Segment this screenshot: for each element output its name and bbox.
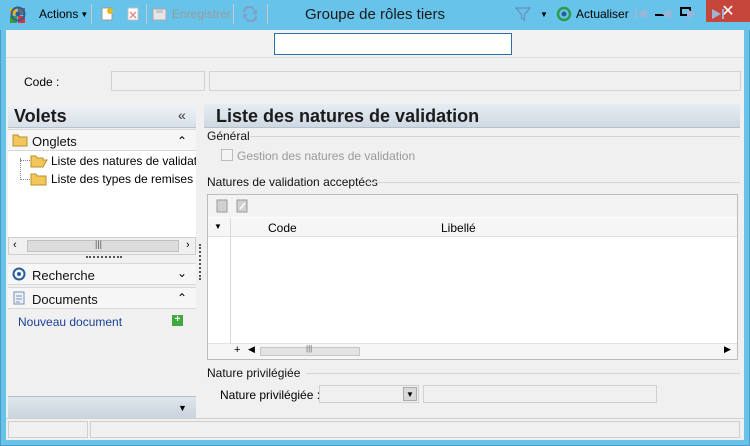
refresh-button[interactable]: Actualiser xyxy=(556,4,629,24)
grip-icon: ||| xyxy=(95,239,103,249)
add-row-icon[interactable]: + xyxy=(234,344,240,356)
new-button[interactable] xyxy=(100,4,114,24)
status-cell xyxy=(90,421,740,438)
code-description-field[interactable] xyxy=(209,71,741,91)
refresh-icon xyxy=(556,6,572,22)
column-header-code[interactable]: Code xyxy=(268,221,297,235)
tree-item-remises[interactable]: Liste des types de remises xyxy=(30,170,196,188)
group-divider xyxy=(306,373,740,374)
toolbar-separator xyxy=(233,4,234,24)
double-chevron-up-icon[interactable]: ⌃ xyxy=(177,291,187,305)
code-field[interactable] xyxy=(111,71,205,91)
delete-button[interactable] xyxy=(126,4,140,24)
toolbar-separator xyxy=(91,4,92,24)
document-icon xyxy=(13,291,25,305)
save-icon xyxy=(152,8,167,21)
grid-toolbar xyxy=(208,195,737,217)
tree-line xyxy=(20,158,21,180)
grid-new-row-icon[interactable] xyxy=(215,199,229,213)
scroll-left-icon[interactable]: ◀ xyxy=(248,344,255,355)
sync-arrows-icon xyxy=(242,6,258,22)
recherche-label: Recherche xyxy=(32,268,95,283)
open-folder-icon xyxy=(30,155,48,168)
volets-title: Volets xyxy=(14,106,67,126)
sync-button[interactable] xyxy=(241,4,259,24)
previous-record-button[interactable] xyxy=(659,4,673,24)
double-chevron-down-icon[interactable]: ⌄ xyxy=(177,266,187,280)
next-icon xyxy=(687,9,696,19)
folder-icon xyxy=(12,134,28,147)
filter-funnel-icon xyxy=(515,7,531,22)
collapse-panel-icon[interactable]: « xyxy=(178,107,186,123)
add-green-icon[interactable]: + xyxy=(172,315,183,326)
toolbar-separator xyxy=(267,4,268,24)
row-indicator-icon[interactable]: ▼ xyxy=(214,222,222,231)
tree-line xyxy=(20,179,30,180)
grip-icon: ||| xyxy=(306,344,313,353)
accepted-group-title: Natures de validation acceptées xyxy=(207,175,378,189)
search-input[interactable] xyxy=(274,33,512,55)
double-chevron-up-icon[interactable]: ⌃ xyxy=(177,134,187,148)
splitter-grip[interactable] xyxy=(86,256,122,258)
grid-edit-row-icon[interactable] xyxy=(235,199,249,213)
previous-icon xyxy=(662,9,671,19)
folder-icon xyxy=(30,173,47,186)
search-target-icon xyxy=(12,267,26,281)
privileged-nature-select[interactable]: ▼ xyxy=(319,385,419,403)
scroll-right-icon[interactable]: ▶ xyxy=(724,344,731,355)
toolbar-separator xyxy=(146,4,147,24)
column-divider xyxy=(230,218,231,358)
tree-item-label: Liste des types de remises xyxy=(51,172,194,186)
code-label: Code : xyxy=(24,75,60,89)
scroll-right-icon[interactable]: › xyxy=(186,239,190,251)
target-circle-icon xyxy=(10,6,26,22)
privileged-group-title: Nature privilégiée xyxy=(207,366,301,380)
column-header-libelle[interactable]: Libellé xyxy=(441,221,476,235)
tree-line xyxy=(20,160,30,161)
double-chevron-down-icon[interactable]: ▼ xyxy=(403,387,417,401)
status-cell xyxy=(8,421,88,438)
first-record-button[interactable] xyxy=(633,4,649,24)
new-document-icon xyxy=(101,7,113,21)
new-document-link[interactable]: Nouveau document xyxy=(18,315,122,329)
page-title: Liste des natures de validation xyxy=(216,106,480,126)
left-panel-footer: ▼ xyxy=(8,396,196,420)
privileged-nature-label: Nature privilégiée : xyxy=(220,388,321,402)
tree-item-natures[interactable]: Liste des natures de validation xyxy=(30,152,196,170)
general-group-title: Général xyxy=(207,129,250,143)
filter-dropdown-button[interactable]: ▼ xyxy=(540,4,548,24)
delete-icon xyxy=(127,7,139,21)
dropdown-arrow-icon[interactable]: ▼ xyxy=(178,403,187,413)
first-icon xyxy=(635,9,647,19)
manage-natures-label: Gestion des natures de validation xyxy=(237,149,416,163)
dropdown-arrow-icon: ▼ xyxy=(80,9,89,19)
save-button[interactable]: Enregistrer xyxy=(152,4,231,24)
dropdown-arrow-icon: ▼ xyxy=(540,9,548,19)
actions-menu-button[interactable]: Actions ▼ xyxy=(39,4,88,24)
scroll-left-icon[interactable]: ‹ xyxy=(13,239,17,251)
privileged-nature-description xyxy=(423,385,657,403)
tree-item-label: Liste des natures de validation xyxy=(51,154,196,168)
next-record-button[interactable] xyxy=(685,4,699,24)
last-icon xyxy=(712,9,724,19)
actions-label: Actions xyxy=(39,7,79,21)
documents-label: Documents xyxy=(32,292,98,307)
scrollbar-thumb[interactable] xyxy=(27,240,179,252)
onglets-label: Onglets xyxy=(32,134,77,149)
filter-button[interactable] xyxy=(515,4,531,24)
save-label: Enregistrer xyxy=(172,7,231,21)
refresh-label: Actualiser xyxy=(576,7,629,21)
tree-horizontal-scrollbar[interactable]: ‹ ||| › xyxy=(8,237,196,255)
manage-natures-checkbox[interactable] xyxy=(221,149,233,161)
group-divider xyxy=(250,136,740,137)
grid-footer: + ◀ ||| ▶ xyxy=(208,343,737,359)
back-circle-button[interactable] xyxy=(10,4,26,24)
vertical-splitter-grip[interactable] xyxy=(199,244,201,280)
last-record-button[interactable] xyxy=(710,4,726,24)
group-divider xyxy=(366,182,740,183)
grid-header-row: ▼ Code Libellé xyxy=(208,218,737,358)
